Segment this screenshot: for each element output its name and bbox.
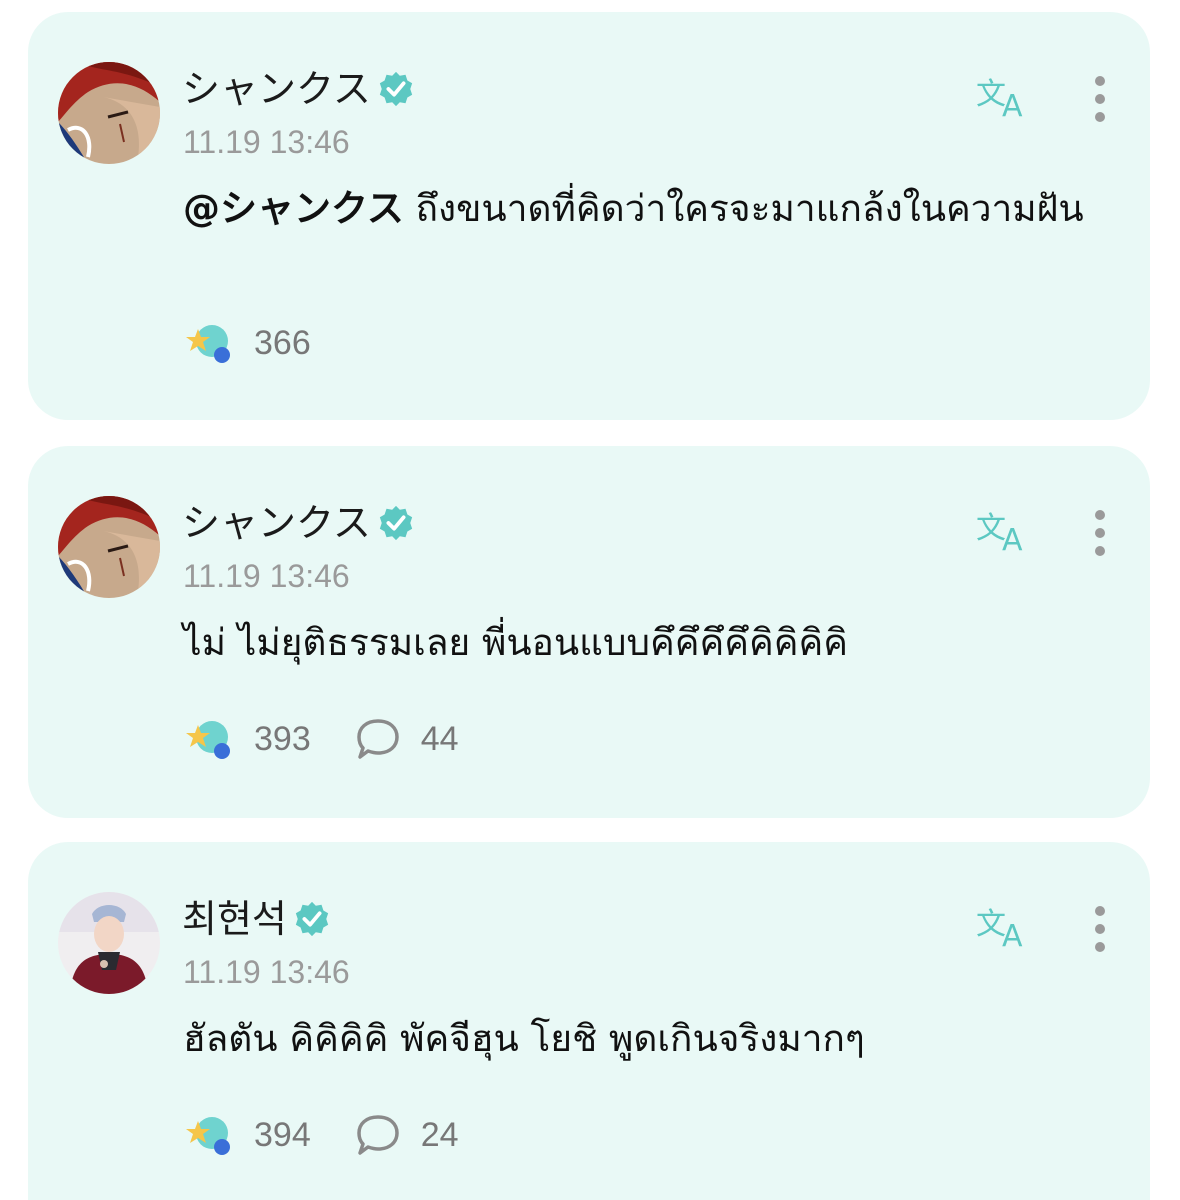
post-stats: 394 24 <box>184 1110 459 1160</box>
more-vertical-icon[interactable] <box>1086 74 1114 124</box>
post-card[interactable]: シャンクス 11.19 13:46 @シャンクス ถึงขนาดที่คิดว่… <box>28 12 1150 420</box>
author-name[interactable]: シャンクス <box>182 66 371 112</box>
comment-stat[interactable]: 24 <box>355 1113 459 1157</box>
svg-text:A: A <box>1002 89 1023 120</box>
avatar[interactable] <box>58 496 160 598</box>
reaction-stat[interactable]: 394 <box>184 1113 311 1157</box>
verified-badge-icon <box>295 901 329 937</box>
star-bubble-reaction-icon <box>186 721 230 759</box>
translate-icon[interactable]: 文 A <box>976 506 1036 554</box>
author-name[interactable]: シャンクス <box>182 500 371 546</box>
post-text-content: ถึงขนาดที่คิดว่าใครจะมาแกล้งในความฝัน <box>403 187 1084 230</box>
post-text: @シャンクス ถึงขนาดที่คิดว่าใครจะมาแกล้งในควา… <box>183 180 1113 238</box>
avatar[interactable] <box>58 62 160 164</box>
author-row: シャンクス <box>182 66 415 112</box>
more-vertical-icon[interactable] <box>1086 508 1114 558</box>
svg-text:A: A <box>1002 919 1023 950</box>
star-bubble-reaction-icon <box>186 1117 230 1155</box>
post-timestamp: 11.19 13:46 <box>183 124 350 160</box>
author-row: 최현석 <box>182 896 331 942</box>
post-timestamp: 11.19 13:46 <box>183 558 350 594</box>
author-name[interactable]: 최현석 <box>182 896 287 942</box>
more-vertical-icon[interactable] <box>1086 904 1114 954</box>
mention-link[interactable]: @シャンクス <box>183 187 404 230</box>
comment-bubble-icon <box>356 719 399 759</box>
reaction-count: 393 <box>254 719 311 758</box>
translate-icon[interactable]: 文 A <box>976 72 1036 120</box>
svg-text:A: A <box>1002 523 1023 554</box>
avatar[interactable] <box>58 892 160 994</box>
post-feed: シャンクス 11.19 13:46 @シャンクス ถึงขนาดที่คิดว่… <box>0 0 1180 1200</box>
translate-icon[interactable]: 文 A <box>976 902 1036 950</box>
reaction-count: 366 <box>254 323 311 362</box>
comment-count: 24 <box>420 1115 459 1154</box>
post-stats: 366 <box>184 318 311 368</box>
post-card[interactable]: シャンクス 11.19 13:46 ไม่ ไม่ยุติธรรมเลย พี่… <box>28 446 1150 818</box>
comment-stat[interactable]: 44 <box>355 717 459 761</box>
comment-bubble-icon <box>356 1115 399 1155</box>
post-stats: 393 44 <box>184 714 459 764</box>
star-bubble-reaction-icon <box>186 325 230 363</box>
reaction-count: 394 <box>254 1115 311 1154</box>
comment-count: 44 <box>420 719 459 758</box>
reaction-stat[interactable]: 393 <box>184 717 311 761</box>
post-card[interactable]: 최현석 11.19 13:46 ฮัลตัน คิคิคิคิ พัคจีฮุน… <box>28 842 1150 1200</box>
post-text: ฮัลตัน คิคิคิคิ พัคจีฮุน โยชิ พูดเกินจริ… <box>183 1017 865 1060</box>
verified-badge-icon <box>379 71 413 107</box>
author-row: シャンクス <box>182 500 415 546</box>
reaction-stat[interactable]: 366 <box>184 321 311 365</box>
verified-badge-icon <box>379 505 413 541</box>
post-timestamp: 11.19 13:46 <box>183 954 350 990</box>
post-text: ไม่ ไม่ยุติธรรมเลย พี่นอนแบบคึคึคึคึคิคิ… <box>183 621 848 664</box>
